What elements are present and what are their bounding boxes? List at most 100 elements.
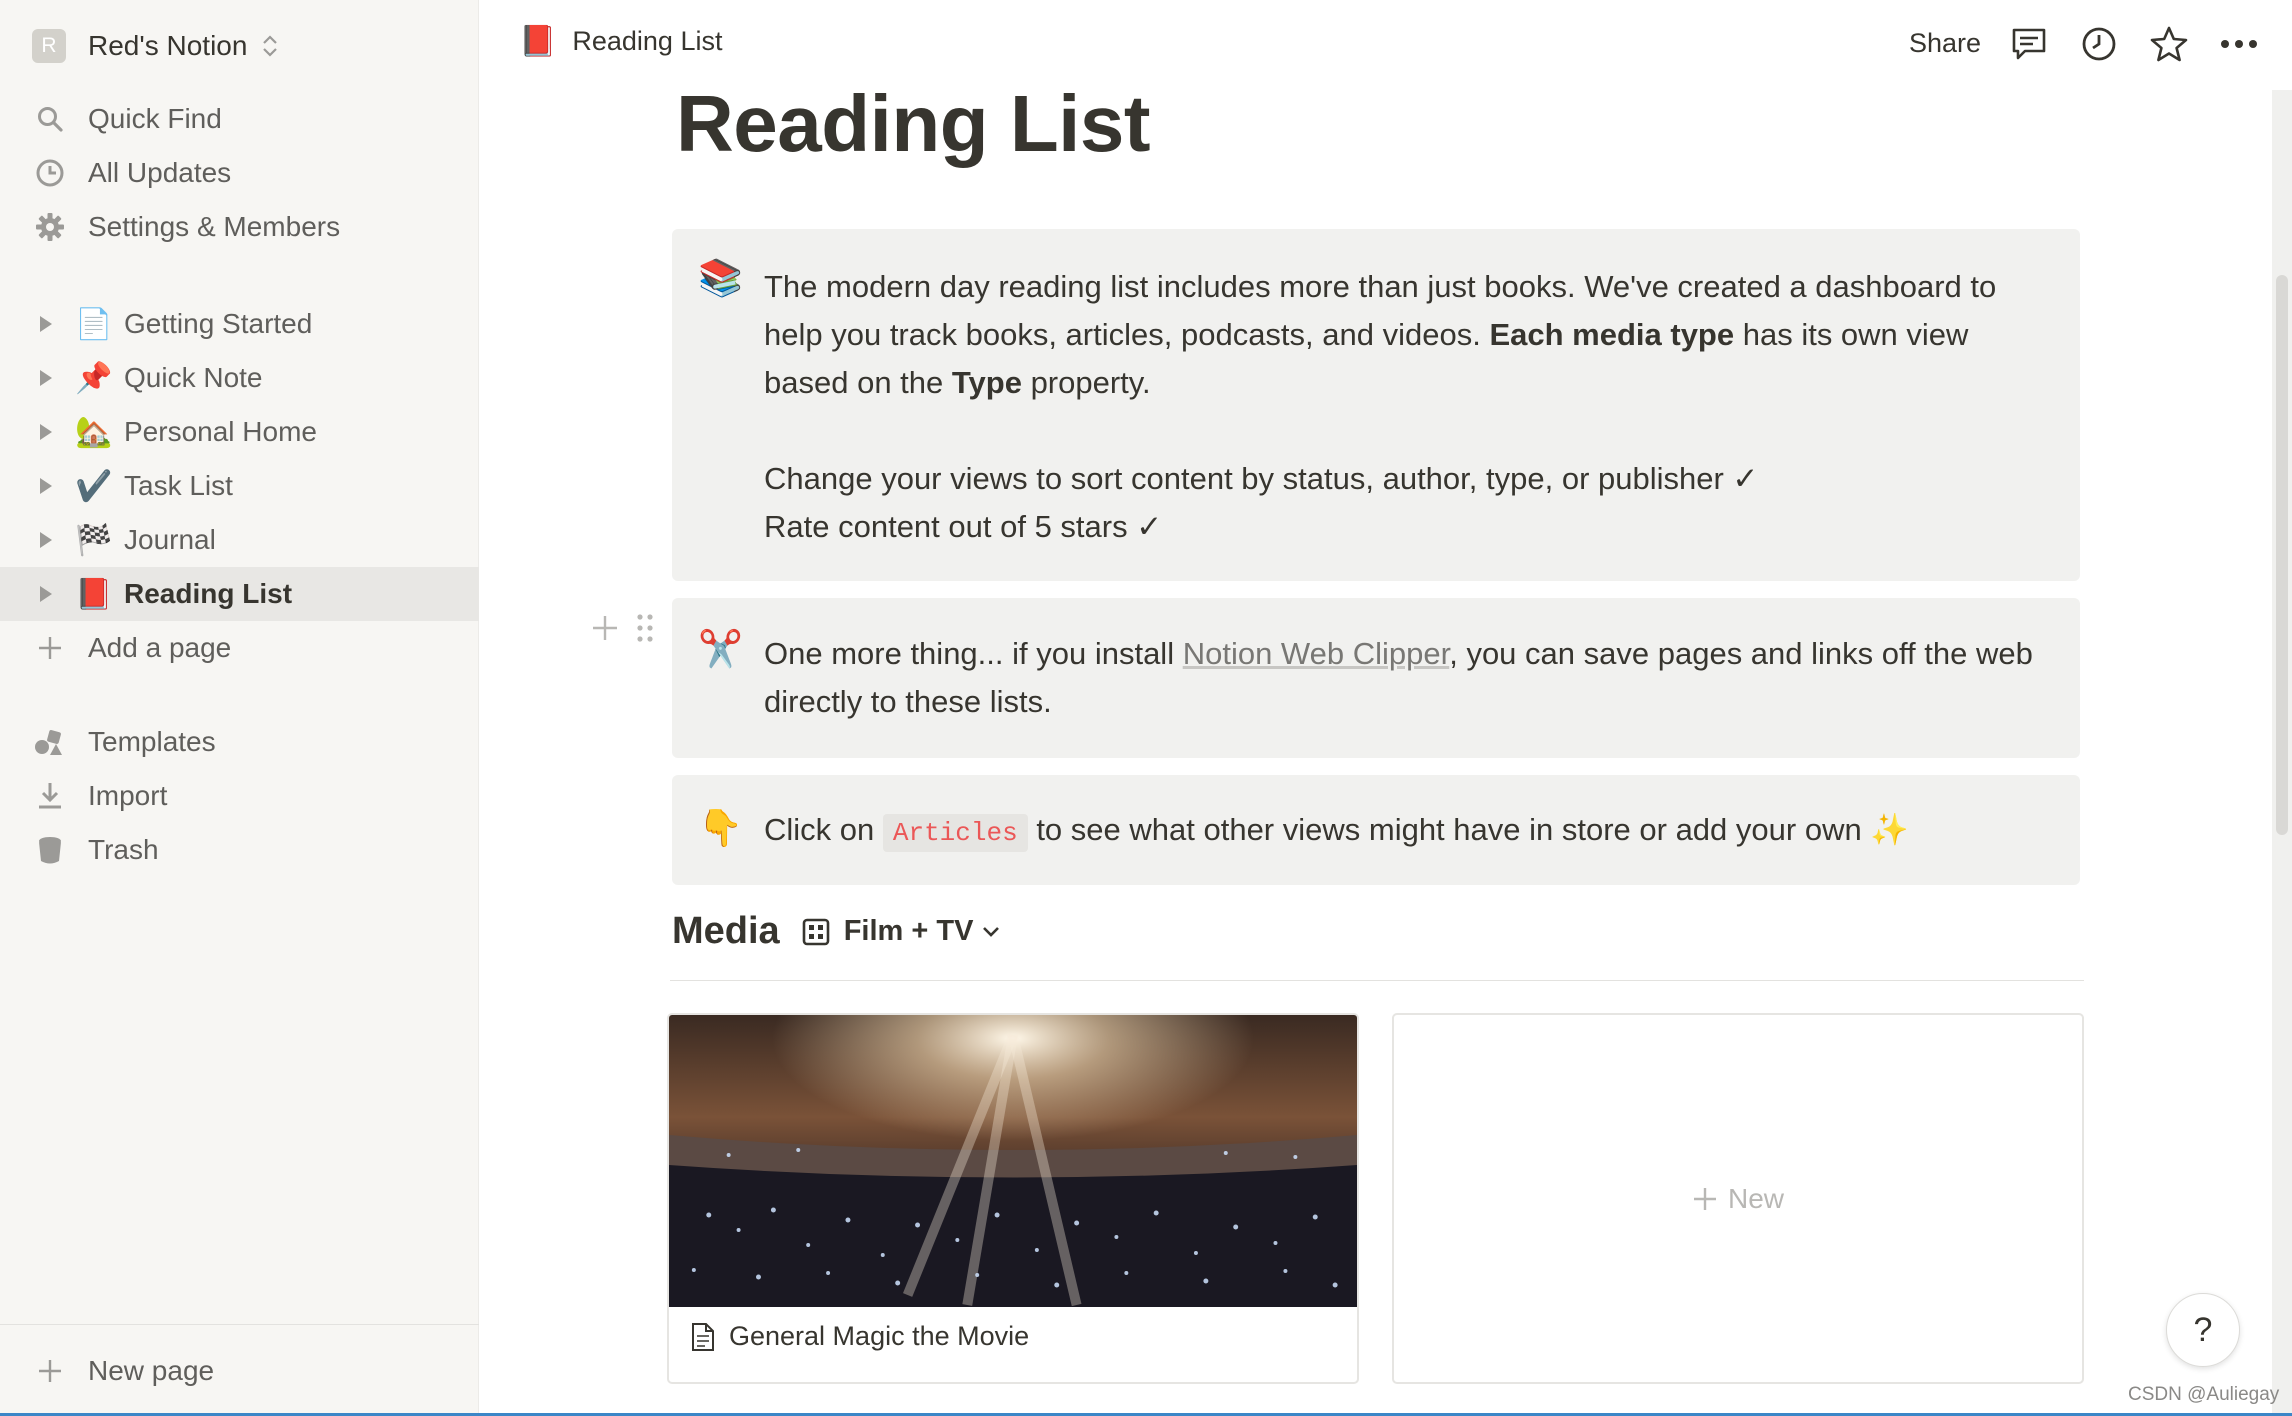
share-button[interactable]: Share — [1909, 28, 1981, 59]
search-icon — [32, 92, 68, 146]
history-clock-icon[interactable] — [2079, 24, 2119, 64]
comment-icon[interactable] — [2009, 24, 2049, 64]
plus-icon — [32, 1358, 68, 1384]
sidebar-item-settings[interactable]: Settings & Members — [0, 200, 479, 254]
page-emoji-icon: 🏡 — [75, 415, 113, 449]
media-database-title[interactable]: Media — [672, 910, 780, 953]
sidebar-page-label: Reading List — [124, 578, 293, 609]
sidebar-item-templates[interactable]: Templates — [0, 715, 479, 769]
new-page-label: New page — [88, 1354, 215, 1386]
gallery-view-icon — [802, 918, 830, 946]
new-label: New — [1727, 1182, 1784, 1214]
sidebar-item-import[interactable]: Import — [0, 769, 479, 823]
callout-text: Change your views to sort content by sta… — [764, 461, 1759, 496]
card-cover-image — [669, 1015, 1357, 1307]
page-title[interactable]: Reading List — [676, 78, 1151, 170]
card-caption: General Magic the Movie — [691, 1321, 1029, 1352]
callout-text: One more thing... if you install — [764, 636, 1183, 671]
divider — [670, 980, 2084, 981]
callout-intro[interactable]: 📚 The modern day reading list includes m… — [672, 229, 2080, 581]
expand-toggle-icon[interactable] — [40, 316, 52, 332]
callout-text: to see what other views might have in st… — [1027, 812, 1909, 847]
favorite-star-icon[interactable] — [2149, 24, 2189, 64]
new-page-button[interactable]: New page — [0, 1324, 479, 1416]
media-header: Media Film + TV — [672, 910, 1001, 953]
sidebar-page-journal[interactable]: 🏁 Journal — [0, 513, 479, 567]
chevron-down-icon[interactable] — [981, 925, 1001, 939]
chevron-updown-icon — [261, 33, 279, 59]
clock-icon — [32, 146, 68, 200]
scissors-icon: ✂️ — [698, 628, 743, 669]
scrollbar-thumb[interactable] — [2276, 275, 2288, 835]
sidebar-item-all-updates[interactable]: All Updates — [0, 146, 479, 200]
inline-code-articles: Articles — [882, 814, 1028, 852]
callout-text: Rate content out of 5 stars ✓ — [764, 509, 1163, 544]
view-selector[interactable]: Film + TV — [844, 915, 974, 948]
callout-text: Click on — [764, 812, 883, 847]
callout-bold-text: Each media type — [1489, 317, 1735, 352]
workspace-switcher[interactable]: R Red's Notion — [32, 26, 279, 66]
sidebar-page-quick-note[interactable]: 📌 Quick Note — [0, 351, 479, 405]
sidebar-page-label: Getting Started — [124, 308, 313, 339]
callout-web-clipper[interactable]: ✂️ One more thing... if you install Noti… — [672, 598, 2080, 758]
callout-bold-text: Type — [951, 365, 1022, 400]
expand-toggle-icon[interactable] — [40, 478, 52, 494]
sidebar: R Red's Notion Quick Find All Updates Se… — [0, 0, 479, 1416]
watermark: CSDN @Auliegay — [2128, 1384, 2280, 1405]
workspace-name: Red's Notion — [88, 30, 248, 61]
new-card-label: New — [1692, 1183, 1784, 1215]
trash-icon — [32, 823, 68, 877]
add-block-icon[interactable] — [590, 613, 620, 648]
page-emoji-icon: ✔️ — [75, 469, 113, 503]
sidebar-item-label: Settings & Members — [88, 211, 341, 242]
plus-icon — [1693, 1187, 1716, 1210]
import-icon — [32, 769, 68, 823]
callout-views-tip-text: Click on Articles to see what other view… — [764, 806, 2050, 857]
sidebar-page-reading-list[interactable]: 📕 Reading List — [0, 567, 479, 621]
more-options-icon[interactable] — [2219, 24, 2259, 64]
scrollbar[interactable] — [2272, 90, 2292, 1416]
page-emoji-icon: 🏁 — [75, 523, 113, 557]
notion-web-clipper-link[interactable]: Notion Web Clipper — [1183, 636, 1450, 671]
callout-text: property. — [1021, 365, 1151, 400]
breadcrumb-label: Reading List — [572, 26, 723, 56]
add-page-label: Add a page — [88, 632, 232, 663]
add-page-button[interactable]: Add a page — [0, 621, 479, 675]
expand-toggle-icon[interactable] — [40, 370, 52, 386]
sidebar-page-label: Task List — [124, 470, 233, 501]
book-icon: 📕 — [519, 25, 557, 58]
expand-toggle-icon[interactable] — [40, 586, 52, 602]
document-icon — [691, 1322, 715, 1352]
new-card-button[interactable]: New — [1392, 1013, 2084, 1384]
page-emoji-icon: 📌 — [75, 361, 113, 395]
sidebar-item-label: Trash — [88, 834, 159, 865]
workspace-avatar: R — [32, 29, 66, 63]
plus-icon — [32, 621, 68, 675]
sidebar-item-label: Import — [88, 780, 168, 811]
page-emoji-icon: 📕 — [75, 577, 113, 611]
breadcrumb[interactable]: 📕 Reading List — [519, 24, 722, 59]
sidebar-page-getting-started[interactable]: 📄 Getting Started — [0, 297, 479, 351]
callout-web-clipper-text: One more thing... if you install Notion … — [764, 630, 2050, 726]
help-button[interactable]: ? — [2166, 1293, 2240, 1367]
callout-intro-text: The modern day reading list includes mor… — [764, 263, 2050, 551]
page-emoji-icon: 📄 — [75, 307, 113, 341]
topbar: 📕 Reading List Share — [479, 0, 2292, 90]
sidebar-page-personal-home[interactable]: 🏡 Personal Home — [0, 405, 479, 459]
sidebar-item-trash[interactable]: Trash — [0, 823, 479, 877]
sidebar-page-label: Personal Home — [124, 416, 317, 447]
pointing-down-icon: 👇 — [698, 807, 743, 848]
books-icon: 📚 — [698, 257, 743, 298]
callout-views-tip[interactable]: 👇 Click on Articles to see what other vi… — [672, 775, 2080, 885]
expand-toggle-icon[interactable] — [40, 532, 52, 548]
sidebar-page-label: Journal — [124, 524, 216, 555]
gallery-card[interactable]: General Magic the Movie — [667, 1013, 1359, 1384]
sidebar-item-label: All Updates — [88, 157, 232, 188]
sidebar-item-quick-find[interactable]: Quick Find — [0, 92, 479, 146]
gear-icon — [32, 200, 68, 254]
card-title: General Magic the Movie — [729, 1321, 1030, 1351]
expand-toggle-icon[interactable] — [40, 424, 52, 440]
block-handles — [590, 612, 654, 649]
drag-handle-icon[interactable] — [636, 612, 654, 649]
sidebar-page-task-list[interactable]: ✔️ Task List — [0, 459, 479, 513]
